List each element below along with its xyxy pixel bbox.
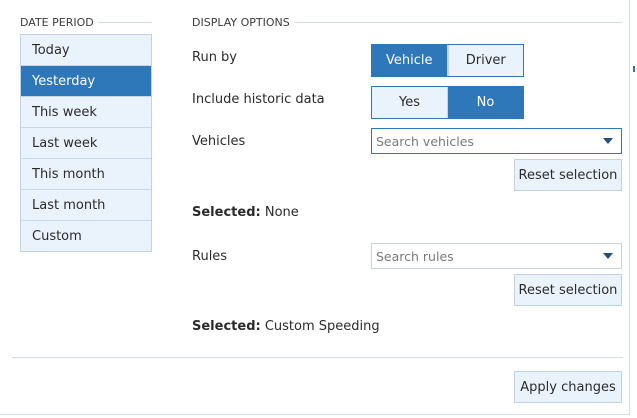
period-item-custom[interactable]: Custom: [21, 221, 151, 251]
vehicles-selected-summary: Selected: None: [192, 205, 299, 220]
report-options-panel: DATE PERIOD Today Yesterday This week La…: [0, 0, 630, 415]
run-by-vehicle-option[interactable]: Vehicle: [372, 45, 448, 76]
chevron-down-icon[interactable]: [603, 253, 613, 259]
rules-select[interactable]: [371, 243, 622, 269]
heading-rule: [97, 22, 152, 23]
selected-label: Selected:: [192, 205, 261, 220]
vehicles-label: Vehicles: [192, 134, 246, 149]
period-item-last-month[interactable]: Last month: [21, 190, 151, 221]
background-edge-marker: [633, 66, 635, 72]
historic-data-toggle: Yes No: [371, 86, 524, 119]
historic-yes-option[interactable]: Yes: [372, 87, 447, 118]
run-by-toggle: Vehicle Driver: [371, 44, 524, 77]
vehicles-select[interactable]: [371, 128, 622, 154]
run-by-label: Run by: [192, 50, 238, 65]
date-period-heading: DATE PERIOD: [20, 16, 152, 29]
selected-value: Custom Speeding: [264, 319, 380, 334]
date-period-list: Today Yesterday This week Last week This…: [20, 34, 152, 252]
apply-changes-button[interactable]: Apply changes: [514, 371, 622, 403]
reset-rules-button[interactable]: Reset selection: [514, 274, 622, 306]
historic-data-label: Include historic data: [192, 92, 325, 107]
period-item-this-month[interactable]: This month: [21, 159, 151, 190]
rules-search-input[interactable]: [372, 244, 603, 268]
vehicles-search-input[interactable]: [372, 129, 603, 153]
display-options-heading: DISPLAY OPTIONS: [192, 16, 622, 29]
reset-vehicles-button[interactable]: Reset selection: [514, 159, 622, 191]
historic-no-option[interactable]: No: [447, 87, 523, 118]
period-item-this-week[interactable]: This week: [21, 97, 151, 128]
rules-selected-summary: Selected: Custom Speeding: [192, 319, 380, 334]
selected-value: None: [264, 205, 299, 220]
period-item-today[interactable]: Today: [21, 35, 151, 66]
period-item-yesterday[interactable]: Yesterday: [21, 66, 151, 97]
heading-rule: [293, 22, 622, 23]
chevron-down-icon[interactable]: [603, 138, 613, 144]
period-item-last-week[interactable]: Last week: [21, 128, 151, 159]
selected-label: Selected:: [192, 319, 261, 334]
rules-label: Rules: [192, 249, 228, 264]
footer-divider: [12, 357, 623, 358]
run-by-driver-option[interactable]: Driver: [447, 45, 524, 76]
